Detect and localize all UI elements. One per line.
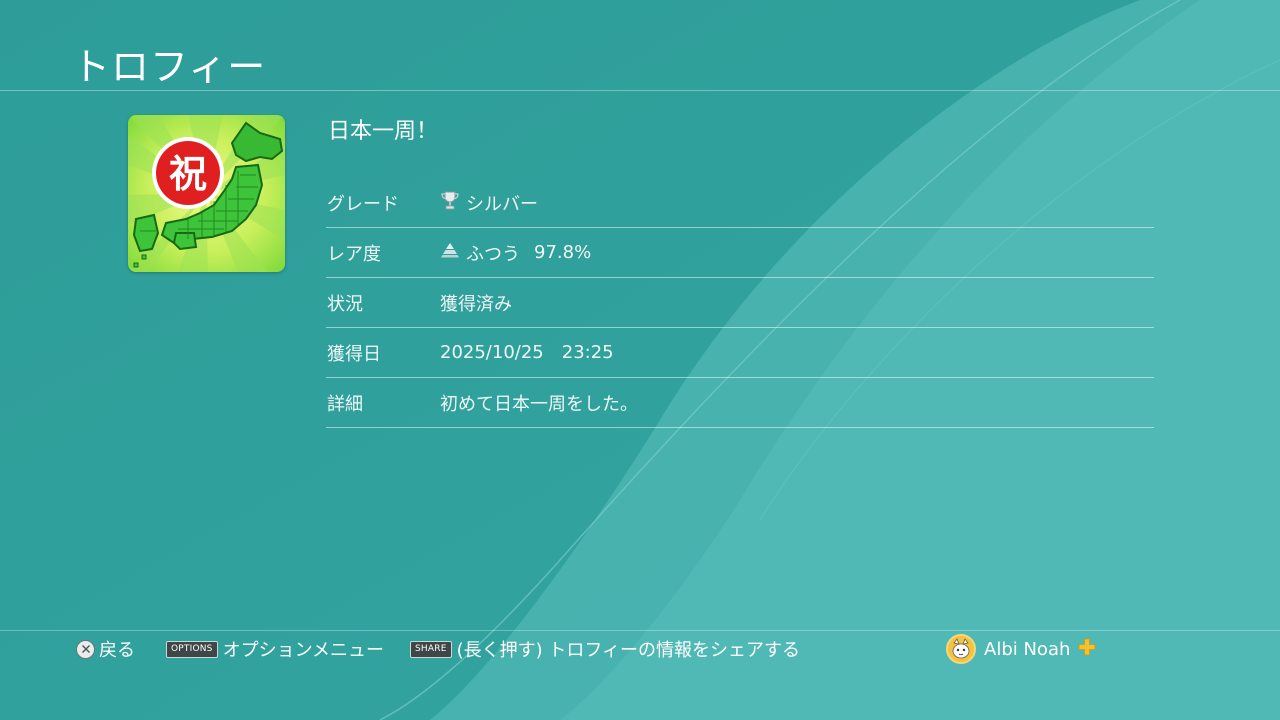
options-button-icon: OPTIONS: [166, 640, 218, 658]
earned-date-value: 2025/10/25: [440, 342, 544, 363]
detail-row-earned-date: 獲得日 2025/10/25 23:25: [326, 328, 1154, 378]
grade-label: グレード: [327, 193, 399, 215]
share-button[interactable]: SHARE (長く押す) トロフィーの情報をシェアする: [410, 636, 800, 662]
detail-row-description: 詳細 初めて日本一周をした。: [326, 378, 1154, 428]
user-avatar: [946, 634, 976, 664]
silver-trophy-icon: [440, 190, 460, 215]
user-name: Albi Noah: [984, 638, 1071, 660]
user-profile[interactable]: Albi Noah: [946, 633, 1096, 665]
trophy-details-list: グレード シルバー レア度 ふつう 97.8% 状況 獲得済み 獲得日 2025…: [326, 178, 1154, 428]
detail-row-grade: グレード シルバー: [326, 178, 1154, 228]
japan-map-icon: 祝: [128, 115, 285, 272]
trophy-icon-tile: 祝: [128, 115, 285, 272]
back-label: 戻る: [99, 640, 135, 661]
description-label: 詳細: [327, 393, 363, 415]
detail-row-rarity: レア度 ふつう 97.8%: [326, 228, 1154, 278]
back-button[interactable]: 戻る: [76, 636, 135, 662]
header-divider: [0, 90, 1280, 91]
trophy-name: 日本一周！: [328, 119, 439, 144]
description-value: 初めて日本一周をした。: [440, 393, 638, 415]
earned-date-container: 2025/10/25 23:25: [440, 328, 614, 377]
rarity-value: ふつう: [466, 243, 520, 265]
share-button-icon: SHARE: [410, 640, 452, 658]
rarity-percentage: 97.8%: [534, 242, 592, 263]
footer-divider: [0, 630, 1280, 631]
rarity-label: レア度: [327, 243, 381, 265]
rarity-common-icon: [440, 242, 460, 263]
celebration-badge-text: 祝: [169, 152, 207, 196]
options-menu-button[interactable]: OPTIONS オプションメニュー: [166, 636, 384, 662]
status-label: 状況: [327, 293, 363, 315]
status-value: 獲得済み: [440, 293, 512, 315]
earned-time-value: 23:25: [561, 342, 614, 363]
earned-date-label: 獲得日: [327, 343, 381, 365]
rarity-value-container: ふつう 97.8%: [440, 228, 591, 277]
detail-row-status: 状況 獲得済み: [326, 278, 1154, 328]
playstation-plus-icon: [1078, 638, 1096, 661]
cross-button-icon: [76, 639, 95, 659]
grade-value: シルバー: [466, 193, 538, 215]
share-label: (長く押す) トロフィーの情報をシェアする: [456, 640, 800, 661]
grade-value-container: シルバー: [440, 178, 538, 227]
page-title: トロフィー: [72, 45, 267, 89]
options-label: オプションメニュー: [222, 640, 385, 661]
